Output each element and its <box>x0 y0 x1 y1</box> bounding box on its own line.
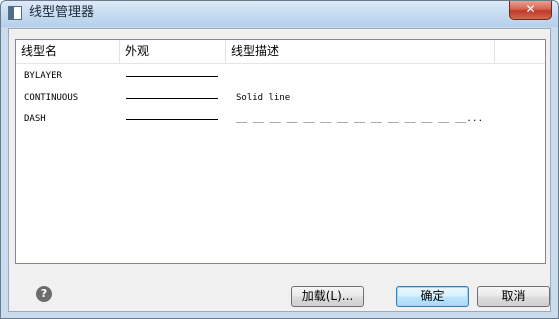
linetype-list[interactable]: 线型名 外观 线型描述 BYLAYER CONTINUOUS Solid lin… <box>15 39 546 264</box>
cancel-button[interactable]: 取消 <box>477 286 550 307</box>
linetype-name: CONTINUOUS <box>24 93 79 103</box>
list-row-bylayer[interactable]: BYLAYER <box>16 66 545 87</box>
linetype-manager-window: 线型管理器 ✕ 线型名 外观 线型描述 BYLAYER CONTINUOUS S… <box>0 0 559 319</box>
column-header-appearance[interactable]: 外观 <box>120 40 226 63</box>
dialog-body: 线型名 外观 线型描述 BYLAYER CONTINUOUS Solid lin… <box>8 28 551 312</box>
question-mark-icon[interactable]: ? <box>36 286 52 302</box>
linetype-appearance-preview <box>126 98 218 99</box>
list-header: 线型名 外观 线型描述 <box>16 40 545 64</box>
column-header-filler <box>495 40 545 63</box>
app-icon <box>8 6 22 20</box>
column-header-description[interactable]: 线型描述 <box>226 40 495 63</box>
linetype-appearance-preview <box>126 76 218 77</box>
linetype-appearance-preview <box>126 119 218 120</box>
window-title: 线型管理器 <box>29 5 95 20</box>
list-row-dash[interactable]: DASH __ __ __ __ __ __ __ __ __ __ __ __… <box>16 109 545 130</box>
linetype-name: DASH <box>24 114 46 124</box>
load-button[interactable]: 加载(L)... <box>291 286 364 307</box>
title-bar[interactable]: 线型管理器 ✕ <box>1 1 558 27</box>
linetype-description: Solid line <box>236 93 291 103</box>
close-button[interactable]: ✕ <box>509 1 552 20</box>
linetype-name: BYLAYER <box>24 71 62 81</box>
ok-button[interactable]: 确定 <box>396 286 469 307</box>
column-header-name[interactable]: 线型名 <box>16 40 120 63</box>
list-row-continuous[interactable]: CONTINUOUS Solid line <box>16 88 545 109</box>
linetype-description: __ __ __ __ __ __ __ __ __ __ __ __ __ _… <box>236 114 484 124</box>
